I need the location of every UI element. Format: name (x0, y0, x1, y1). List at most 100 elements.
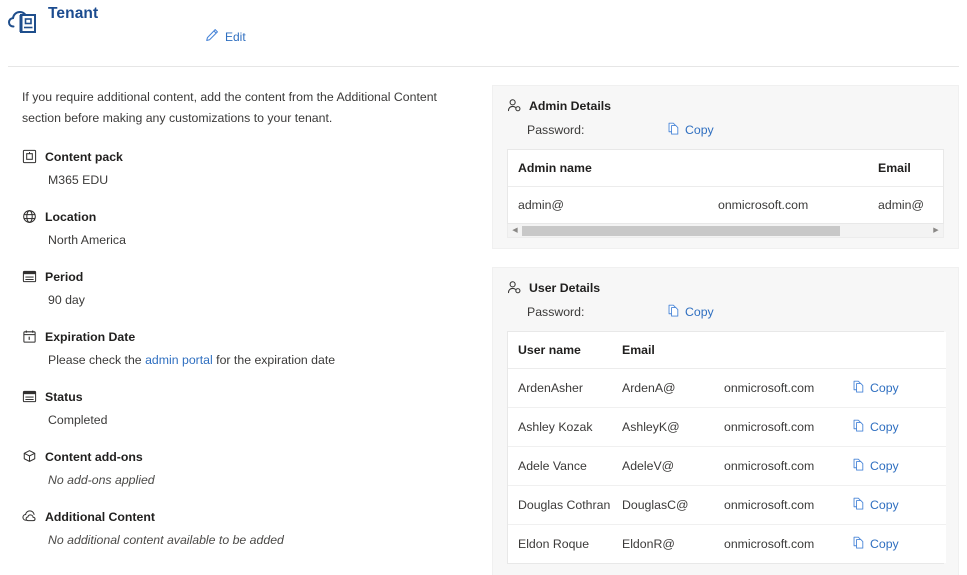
field-value: 90 day (48, 293, 85, 307)
field-label: Content pack (45, 149, 123, 164)
page-header: Tenant Edit (0, 0, 967, 67)
field-content-addons: Content add-ons No add-ons applied (22, 449, 482, 488)
user-email-prefix: AshleyK@ (612, 407, 714, 447)
user-copy-cell[interactable]: Copy (842, 446, 946, 486)
admin-password-label: Password: (527, 123, 585, 137)
row-copy-button[interactable]: Copy (852, 497, 899, 513)
field-status: Status Completed (22, 389, 482, 428)
admin-table-header-row: Admin name Email (508, 150, 943, 187)
user-col-email: Email (612, 332, 842, 369)
field-label: Period (45, 269, 84, 284)
field-value: Please check the admin portal for the ex… (48, 352, 482, 368)
copy-icon (667, 304, 680, 320)
user-copy-cell[interactable]: Copy (842, 407, 946, 447)
table-row: ArdenAsher ArdenA@ onmicrosoft.com Copy (508, 368, 946, 408)
user-name-cell: ArdenAsher (508, 368, 612, 408)
cloud-add-icon (22, 509, 37, 524)
user-password-copy-button[interactable]: Copy (667, 304, 714, 320)
user-name-cell: Eldon Roque (518, 537, 590, 551)
field-value: Completed (48, 413, 108, 427)
intro-text: If you require additional content, add t… (22, 90, 437, 125)
user-password-row: Password: Copy (507, 304, 944, 320)
person-icon (507, 280, 522, 295)
user-email-suffix: onmicrosoft.com (714, 485, 842, 525)
page-body: If you require additional content, add t… (0, 67, 967, 575)
expiration-text-suffix: for the expiration date (212, 353, 336, 367)
admin-email-prefix: admin@ (878, 198, 924, 212)
user-email-suffix: onmicrosoft.com (714, 368, 842, 408)
status-icon (22, 389, 37, 404)
field-expiration-date: Expiration Date Please check the admin p… (22, 329, 482, 368)
user-email-prefix: AdeleV@ (612, 446, 714, 486)
admin-name-suffix: onmicrosoft.com (718, 198, 809, 212)
admin-table-scroll-viewport: Admin name Email admin@ onmicrosoft.com … (507, 149, 944, 224)
table-row: Eldon Roque EldonR@ onmicrosoft.com Copy (508, 525, 946, 564)
field-label: Content add-ons (45, 449, 143, 464)
tenant-info-column: If you require additional content, add t… (22, 87, 482, 569)
field-content-pack: Content pack M365 EDU (22, 149, 482, 188)
user-email-prefix: EldonR@ (622, 537, 675, 551)
field-value: North America (48, 233, 126, 247)
admin-col-name: Admin name (508, 150, 869, 187)
user-col-username: User name (508, 332, 612, 369)
admin-details-title: Admin Details (529, 98, 611, 113)
row-copy-label: Copy (870, 381, 899, 395)
row-copy-button[interactable]: Copy (852, 419, 899, 435)
copy-icon (667, 122, 680, 138)
edit-button[interactable]: Edit (205, 28, 246, 45)
user-copy-label: Copy (685, 305, 714, 319)
row-copy-button[interactable]: Copy (852, 536, 899, 552)
scroll-right-arrow-icon[interactable]: ▶ (929, 224, 943, 236)
person-icon (507, 98, 522, 113)
admin-copy-label: Copy (685, 123, 714, 137)
scroll-left-arrow-icon[interactable]: ◀ (508, 224, 522, 236)
admin-details-card: Admin Details Password: Copy Admin name … (492, 85, 959, 249)
admin-password-row: Password: Copy (507, 122, 944, 138)
user-name-cell: Ashley Kozak (508, 407, 612, 447)
user-copy-cell[interactable]: Copy (842, 368, 946, 408)
table-row: Douglas Cothran DouglasC@ onmicrosoft.co… (508, 485, 946, 525)
admin-portal-link[interactable]: admin portal (145, 353, 213, 367)
user-email-suffix: onmicrosoft.com (724, 537, 815, 551)
package-icon (22, 149, 37, 164)
field-value: No add-ons applied (48, 473, 155, 487)
user-table-header-row: User name Email (508, 332, 946, 369)
pencil-icon (205, 28, 219, 45)
row-copy-label: Copy (870, 459, 899, 473)
row-copy-label: Copy (870, 537, 899, 551)
user-copy-cell[interactable]: Copy (842, 525, 946, 564)
admin-table-horizontal-scrollbar[interactable]: ◀ ▶ (507, 224, 944, 238)
copy-icon (852, 458, 865, 474)
admin-password-copy-button[interactable]: Copy (667, 122, 714, 138)
user-copy-cell[interactable]: Copy (842, 485, 946, 525)
cube-plus-icon (22, 449, 37, 464)
row-copy-label: Copy (870, 498, 899, 512)
field-label: Additional Content (45, 509, 155, 524)
table-row: Ashley Kozak AshleyK@ onmicrosoft.com Co… (508, 407, 946, 447)
page-title: Tenant (48, 5, 99, 22)
field-location: Location North America (22, 209, 482, 248)
field-label: Status (45, 389, 83, 404)
admin-col-email: Email (868, 150, 943, 187)
row-copy-label: Copy (870, 420, 899, 434)
table-row: Adele Vance AdeleV@ onmicrosoft.com Copy (508, 446, 946, 486)
table-row: admin@ onmicrosoft.com admin@ .onmicroso… (508, 187, 943, 224)
copy-icon (852, 419, 865, 435)
user-col-action (842, 332, 946, 369)
row-copy-button[interactable]: Copy (852, 380, 899, 396)
expiration-text-prefix: Please check the (48, 353, 146, 367)
admin-name-prefix: admin@ (518, 198, 564, 212)
copy-icon (852, 536, 865, 552)
row-copy-button[interactable]: Copy (852, 458, 899, 474)
user-details-card: User Details Password: Copy User name Em… (492, 267, 959, 575)
scrollbar-thumb[interactable] (522, 226, 840, 236)
admin-details-table: Admin name Email admin@ onmicrosoft.com … (508, 150, 943, 224)
user-email-suffix: onmicrosoft.com (714, 446, 842, 486)
details-column: Admin Details Password: Copy Admin name … (492, 85, 959, 575)
user-details-table: User name Email ArdenAsher ArdenA@ onmic… (508, 332, 946, 563)
user-email-prefix: DouglasC@ (612, 485, 714, 525)
user-password-label: Password: (527, 305, 585, 319)
tenant-details-page: Tenant Edit If you require additional co… (0, 0, 967, 575)
field-value: M365 EDU (48, 173, 109, 187)
user-name-cell: Adele Vance (508, 446, 612, 486)
